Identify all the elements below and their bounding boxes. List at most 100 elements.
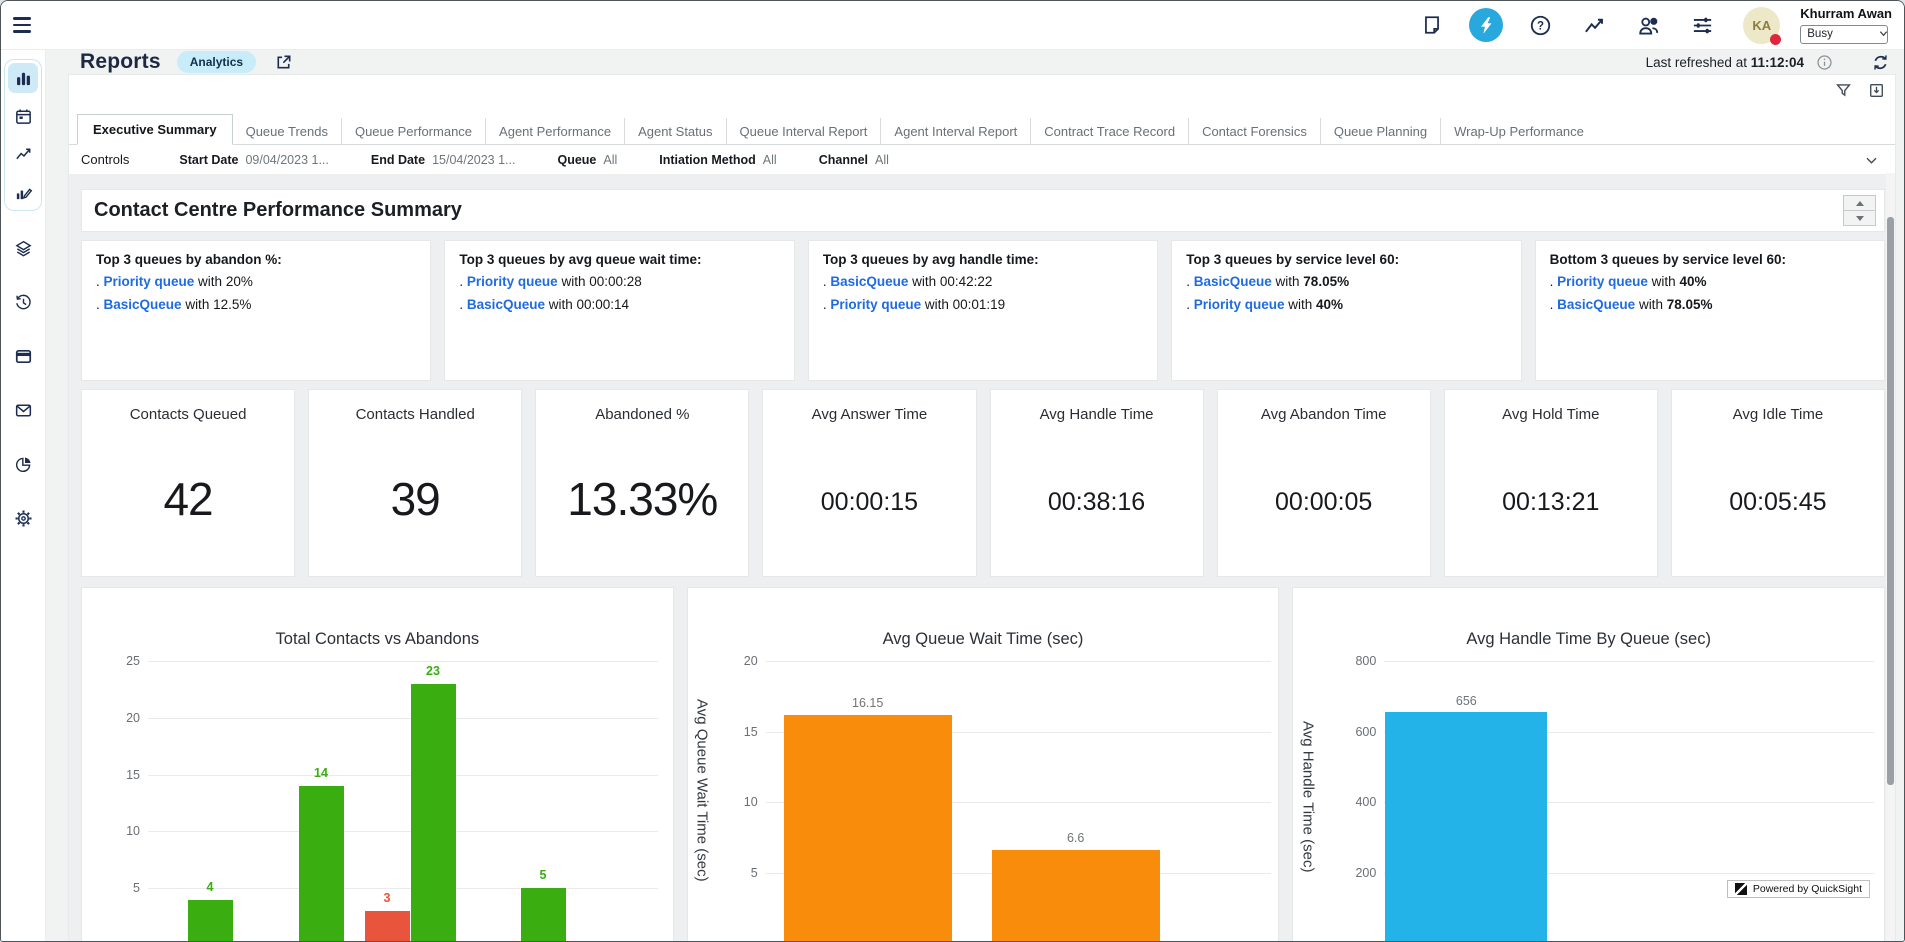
insight-card: Bottom 3 queues by service level 60:. Pr… xyxy=(1535,240,1885,381)
queue-link[interactable]: BasicQueue xyxy=(830,274,908,289)
insight-card-title: Top 3 queues by avg queue wait time: xyxy=(459,252,779,267)
last-refreshed-text: Last refreshed at 11:12:04 xyxy=(1646,55,1804,70)
insight-line-value: 78.05% xyxy=(1303,274,1349,289)
external-link-icon[interactable] xyxy=(274,53,293,72)
bar-data-label: 4 xyxy=(175,880,245,894)
y-axis-label: Avg Handle Time (sec) xyxy=(1299,721,1316,872)
settings-sliders-icon[interactable] xyxy=(1685,8,1719,42)
chart-panel-1: Total Contacts vs Abandons25201510541432… xyxy=(81,587,674,942)
insight-card-title: Top 3 queues by abandon %: xyxy=(96,252,416,267)
insight-line-mid: with xyxy=(1648,274,1680,289)
bar-contacts[interactable] xyxy=(411,684,456,942)
filter-value: All xyxy=(875,153,889,167)
tab-queue-performance[interactable]: Queue Performance xyxy=(342,118,486,144)
filter-value: All xyxy=(603,153,617,167)
info-icon[interactable] xyxy=(1816,54,1833,71)
filter-end-date[interactable]: End Date15/04/2023 1... xyxy=(371,153,516,167)
status-select[interactable]: Busy xyxy=(1800,25,1888,44)
sidebar-item-trends[interactable] xyxy=(8,139,38,169)
y-axis-tick: 5 xyxy=(100,881,140,895)
bar-contacts[interactable] xyxy=(188,900,233,942)
tab-contract-trace-record[interactable]: Contract Trace Record xyxy=(1031,118,1189,144)
tab-executive-summary[interactable]: Executive Summary xyxy=(77,114,233,145)
sidebar-item-window[interactable] xyxy=(8,341,38,371)
tab-agent-interval-report[interactable]: Agent Interval Report xyxy=(881,118,1031,144)
queue-link[interactable]: Priority queue xyxy=(830,297,921,312)
insight-card: Top 3 queues by service level 60:. Basic… xyxy=(1171,240,1521,381)
queue-link[interactable]: BasicQueue xyxy=(1194,274,1272,289)
bar-abandons[interactable] xyxy=(365,911,410,942)
bar-data-label: 16.15 xyxy=(833,696,903,710)
tab-queue-planning[interactable]: Queue Planning xyxy=(1321,118,1441,144)
sidebar-item-pie-reports[interactable] xyxy=(8,449,38,479)
filter-channel[interactable]: ChannelAll xyxy=(819,153,889,167)
kpi-card-avg-handle-time: Avg Handle Time00:38:16 xyxy=(990,389,1204,577)
metrics-chart-icon[interactable] xyxy=(1577,8,1611,42)
queue-link[interactable]: Priority queue xyxy=(1194,297,1285,312)
sidebar-item-history[interactable] xyxy=(8,287,38,317)
quicksight-logo-icon xyxy=(1735,883,1747,895)
insight-line-mid: with xyxy=(182,297,214,312)
hamburger-menu-icon[interactable] xyxy=(13,12,39,38)
filter-funnel-icon[interactable] xyxy=(1835,82,1852,99)
kpi-value: 00:05:45 xyxy=(1672,488,1884,517)
filter-queue[interactable]: QueueAll xyxy=(557,153,617,167)
page-header-right: Last refreshed at 11:12:04 xyxy=(1646,53,1890,72)
chart-panel-2: Avg Queue Wait Time (sec)201510516.156.6… xyxy=(687,587,1280,942)
refresh-icon[interactable] xyxy=(1871,53,1890,72)
gridline xyxy=(148,718,658,719)
queue-link[interactable]: BasicQueue xyxy=(1557,297,1635,312)
bar-contacts[interactable] xyxy=(521,888,566,942)
kpi-card-avg-abandon-time: Avg Abandon Time00:00:05 xyxy=(1217,389,1431,577)
bar-contacts[interactable] xyxy=(299,786,344,942)
insight-line-mid: with xyxy=(1635,297,1667,312)
tab-agent-status[interactable]: Agent Status xyxy=(625,118,726,144)
tab-wrap-up-performance[interactable]: Wrap-Up Performance xyxy=(1441,118,1597,144)
bar-value[interactable] xyxy=(1385,712,1547,942)
vertical-scrollbar[interactable] xyxy=(1886,173,1895,942)
bar-value[interactable] xyxy=(784,715,952,942)
notes-icon[interactable] xyxy=(1415,8,1449,42)
bar-value[interactable] xyxy=(992,850,1160,942)
help-icon[interactable]: ? xyxy=(1523,8,1557,42)
powered-by-quicksight-badge: Powered by QuickSight xyxy=(1727,880,1870,898)
sidebar-item-dashboards[interactable] xyxy=(8,63,38,93)
filter-start-date[interactable]: Start Date09/04/2023 1... xyxy=(179,153,328,167)
queue-link[interactable]: Priority queue xyxy=(1557,274,1648,289)
controls-row: Controls Start Date09/04/2023 1...End Da… xyxy=(69,145,1895,175)
boost-lightning-icon[interactable] xyxy=(1469,8,1503,42)
insight-line: . BasicQueue with 00:42:22 xyxy=(823,274,1143,290)
y-axis-tick: 5 xyxy=(718,866,758,880)
avatar[interactable]: KA xyxy=(1743,7,1780,44)
queue-link[interactable]: BasicQueue xyxy=(104,297,182,312)
sidebar-item-settings[interactable] xyxy=(8,503,38,533)
sidebar-item-layers[interactable] xyxy=(8,233,38,263)
tab-queue-trends[interactable]: Queue Trends xyxy=(233,118,342,144)
agents-people-icon[interactable] xyxy=(1631,8,1665,42)
sidebar-item-customize[interactable] xyxy=(8,177,38,207)
queue-link[interactable]: Priority queue xyxy=(467,274,558,289)
kpi-card-abandoned-: Abandoned %13.33% xyxy=(535,389,749,577)
kpi-card-avg-answer-time: Avg Answer Time00:00:15 xyxy=(762,389,976,577)
kpi-title: Avg Handle Time xyxy=(991,406,1203,423)
y-axis-tick: 800 xyxy=(1336,654,1376,668)
insight-line-mid: with xyxy=(545,297,577,312)
filter-intiation-method[interactable]: Intiation MethodAll xyxy=(659,153,776,167)
insight-line: . Priority queue with 40% xyxy=(1550,274,1870,290)
y-axis-tick: 10 xyxy=(718,795,758,809)
spinner-down-button[interactable] xyxy=(1843,210,1876,226)
controls-collapse-chevron-icon[interactable] xyxy=(1864,153,1879,168)
sidebar-item-mail[interactable] xyxy=(8,395,38,425)
export-icon[interactable] xyxy=(1868,82,1885,99)
tab-agent-performance[interactable]: Agent Performance xyxy=(486,118,625,144)
insight-line-mid: with xyxy=(1272,274,1304,289)
queue-link[interactable]: Priority queue xyxy=(104,274,195,289)
tab-queue-interval-report[interactable]: Queue Interval Report xyxy=(727,118,882,144)
layers-icon xyxy=(14,239,33,258)
filter-value: 15/04/2023 1... xyxy=(432,153,515,167)
sidebar-item-schedule[interactable] xyxy=(8,101,38,131)
queue-link[interactable]: BasicQueue xyxy=(467,297,545,312)
spinner-up-button[interactable] xyxy=(1843,195,1876,211)
tab-contact-forensics[interactable]: Contact Forensics xyxy=(1189,118,1321,144)
scrollbar-thumb[interactable] xyxy=(1887,217,1894,785)
